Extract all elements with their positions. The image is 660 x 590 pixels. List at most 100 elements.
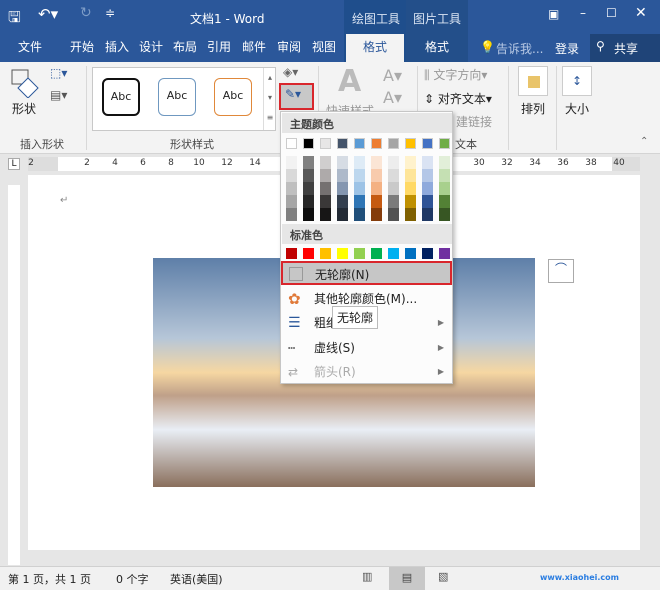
color-swatch[interactable] bbox=[354, 182, 365, 195]
color-swatch[interactable] bbox=[303, 208, 314, 221]
language[interactable]: 英语(美国) bbox=[170, 571, 223, 587]
text-direction-button[interactable]: ⫼ 文字方向▾ bbox=[424, 66, 487, 83]
color-swatch[interactable] bbox=[388, 182, 399, 195]
color-swatch[interactable] bbox=[439, 248, 450, 259]
color-swatch[interactable] bbox=[371, 208, 382, 221]
color-swatch[interactable] bbox=[405, 208, 416, 221]
color-swatch[interactable] bbox=[303, 156, 314, 169]
color-swatch[interactable] bbox=[439, 182, 450, 195]
color-swatch[interactable] bbox=[320, 138, 331, 149]
dashes-item[interactable]: ┅ 虚线(S) ▶ bbox=[282, 336, 452, 360]
color-swatch[interactable] bbox=[371, 169, 382, 182]
color-swatch[interactable] bbox=[303, 195, 314, 208]
page-count[interactable]: 第 1 页，共 1 页 bbox=[8, 571, 91, 587]
vertical-ruler[interactable] bbox=[8, 185, 20, 565]
color-swatch[interactable] bbox=[303, 138, 314, 149]
color-swatch[interactable] bbox=[371, 248, 382, 259]
color-swatch[interactable] bbox=[354, 169, 365, 182]
size-button[interactable]: 大小 bbox=[565, 100, 589, 117]
tab-review[interactable]: 审阅 bbox=[272, 34, 306, 62]
minimize-button[interactable]: – bbox=[580, 6, 586, 20]
undo-icon[interactable]: ↶▾ bbox=[38, 5, 58, 23]
color-swatch[interactable] bbox=[320, 248, 331, 259]
color-swatch[interactable] bbox=[439, 138, 450, 149]
web-layout-icon[interactable]: ▧ bbox=[438, 570, 448, 583]
color-swatch[interactable] bbox=[388, 169, 399, 182]
color-swatch[interactable] bbox=[286, 182, 297, 195]
arrange-button[interactable]: 排列 bbox=[521, 100, 545, 117]
shape-fill-icon[interactable]: ◈▾ bbox=[283, 65, 298, 79]
tab-home[interactable]: 开始 bbox=[64, 34, 100, 62]
color-swatch[interactable] bbox=[337, 208, 348, 221]
color-swatch[interactable] bbox=[388, 208, 399, 221]
style-sample[interactable]: Abc bbox=[214, 78, 252, 116]
color-swatch[interactable] bbox=[337, 248, 348, 259]
color-swatch[interactable] bbox=[337, 169, 348, 182]
color-swatch[interactable] bbox=[286, 208, 297, 221]
tab-mailings[interactable]: 邮件 bbox=[236, 34, 272, 62]
color-swatch[interactable] bbox=[354, 156, 365, 169]
quick-styles-icon[interactable]: A bbox=[338, 64, 361, 99]
color-swatch[interactable] bbox=[286, 195, 297, 208]
text-outline-icon[interactable]: A▾ bbox=[383, 88, 402, 107]
color-swatch[interactable] bbox=[354, 208, 365, 221]
color-swatch[interactable] bbox=[422, 195, 433, 208]
edit-shape-icon[interactable]: ⬚▾ bbox=[50, 66, 67, 80]
tab-file[interactable]: 文件 bbox=[10, 34, 50, 62]
text-box-icon[interactable]: ▤▾ bbox=[50, 88, 67, 102]
style-sample[interactable]: Abc bbox=[102, 78, 140, 116]
save-icon[interactable]: 🖫 bbox=[8, 7, 21, 32]
color-swatch[interactable] bbox=[388, 195, 399, 208]
color-swatch[interactable] bbox=[286, 138, 297, 149]
color-swatch[interactable] bbox=[354, 195, 365, 208]
tab-layout[interactable]: 布局 bbox=[168, 34, 202, 62]
print-layout-icon[interactable]: ▤ bbox=[389, 567, 425, 590]
color-swatch[interactable] bbox=[320, 169, 331, 182]
color-swatch[interactable] bbox=[388, 138, 399, 149]
color-swatch[interactable] bbox=[286, 248, 297, 259]
color-swatch[interactable] bbox=[405, 169, 416, 182]
color-swatch[interactable] bbox=[337, 182, 348, 195]
tab-picture-format[interactable]: 格式 bbox=[408, 34, 466, 62]
color-swatch[interactable] bbox=[388, 248, 399, 259]
tell-me-input[interactable]: 告诉我... bbox=[496, 40, 543, 57]
color-swatch[interactable] bbox=[405, 248, 416, 259]
text-fill-icon[interactable]: A▾ bbox=[383, 66, 402, 85]
color-swatch[interactable] bbox=[354, 138, 365, 149]
shape-outline-button[interactable]: ✎▾ bbox=[279, 83, 314, 110]
tab-design[interactable]: 设计 bbox=[134, 34, 168, 62]
arrows-item[interactable]: ⇄ 箭头(R) ▶ bbox=[282, 360, 452, 384]
color-swatch[interactable] bbox=[371, 156, 382, 169]
sign-in-link[interactable]: 登录 bbox=[555, 40, 579, 57]
color-swatch[interactable] bbox=[439, 195, 450, 208]
customize-qat-icon[interactable]: ≑ bbox=[105, 6, 115, 20]
read-mode-icon[interactable]: ▥ bbox=[362, 570, 372, 583]
no-outline-item[interactable]: 无轮廓(N) bbox=[281, 261, 452, 285]
color-swatch[interactable] bbox=[422, 182, 433, 195]
color-swatch[interactable] bbox=[320, 156, 331, 169]
color-swatch[interactable] bbox=[303, 169, 314, 182]
color-swatch[interactable] bbox=[320, 182, 331, 195]
redo-icon[interactable]: ↻ bbox=[80, 5, 92, 21]
color-swatch[interactable] bbox=[286, 156, 297, 169]
color-swatch[interactable] bbox=[303, 182, 314, 195]
color-swatch[interactable] bbox=[337, 138, 348, 149]
color-swatch[interactable] bbox=[405, 195, 416, 208]
tab-references[interactable]: 引用 bbox=[202, 34, 236, 62]
color-swatch[interactable] bbox=[354, 248, 365, 259]
style-sample[interactable]: Abc bbox=[158, 78, 196, 116]
color-swatch[interactable] bbox=[286, 169, 297, 182]
color-swatch[interactable] bbox=[422, 156, 433, 169]
color-swatch[interactable] bbox=[405, 182, 416, 195]
color-swatch[interactable] bbox=[422, 138, 433, 149]
tab-selector[interactable]: L bbox=[8, 158, 20, 170]
color-swatch[interactable] bbox=[405, 138, 416, 149]
tab-view[interactable]: 视图 bbox=[306, 34, 342, 62]
color-swatch[interactable] bbox=[422, 248, 433, 259]
color-swatch[interactable] bbox=[422, 208, 433, 221]
color-swatch[interactable] bbox=[337, 156, 348, 169]
tab-drawing-format[interactable]: 格式 bbox=[346, 34, 404, 62]
color-swatch[interactable] bbox=[439, 156, 450, 169]
tab-insert[interactable]: 插入 bbox=[100, 34, 134, 62]
maximize-button[interactable]: ☐ bbox=[606, 6, 617, 20]
